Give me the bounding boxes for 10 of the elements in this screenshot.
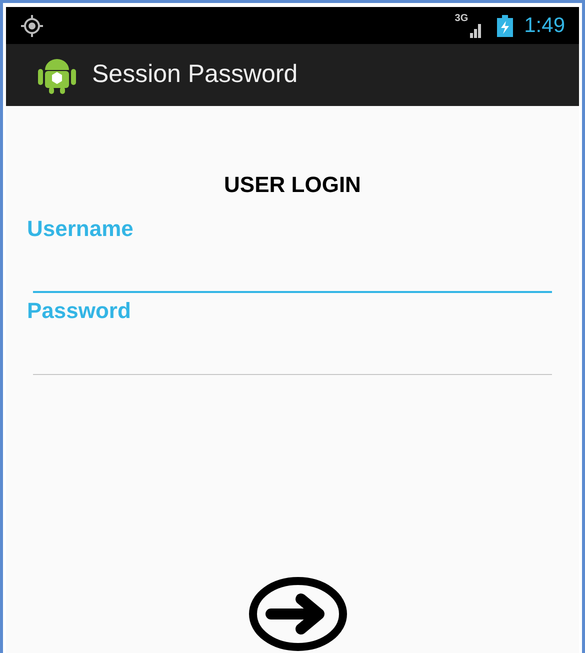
field-label: Password: [27, 297, 132, 325]
app-title: Session Password: [92, 59, 298, 90]
clock-time: 1:49: [524, 12, 565, 39]
login-heading: USER LOGIN: [223, 171, 362, 199]
battery-icon: [496, 14, 514, 36]
network-label: 3G: [454, 14, 468, 24]
next-button[interactable]: [248, 577, 346, 651]
field-label: Username: [27, 215, 134, 243]
location-icon: [20, 14, 44, 38]
arrow-circle-icon: [248, 577, 346, 651]
